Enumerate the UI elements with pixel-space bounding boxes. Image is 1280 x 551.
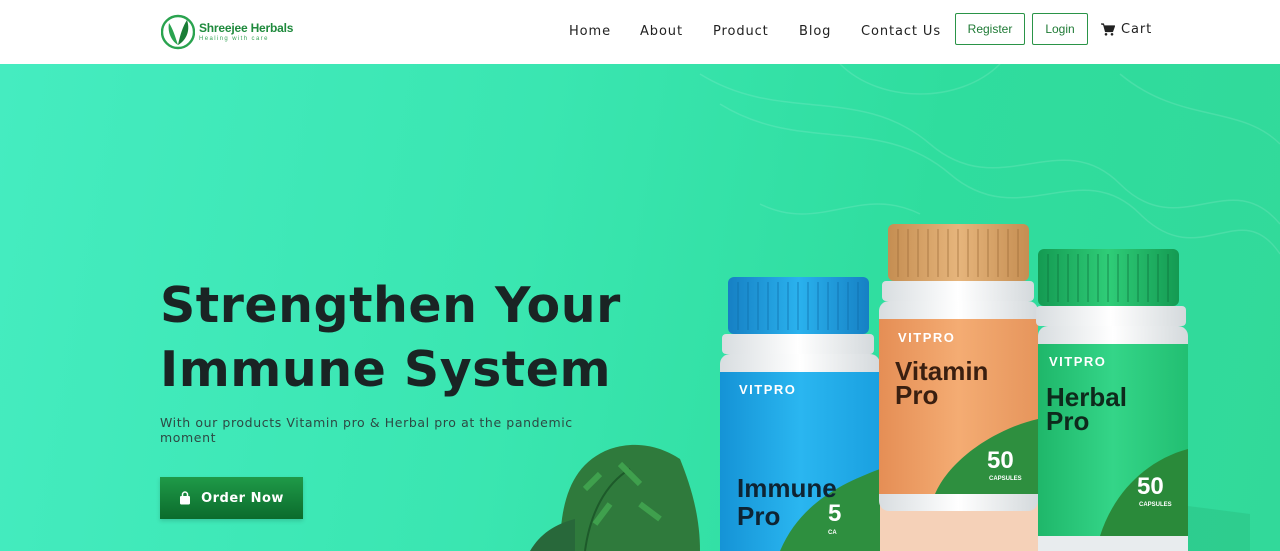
- brand-name: Shreejee Herbals: [199, 21, 294, 35]
- immune-brand-label: VITPRO: [739, 382, 796, 397]
- svg-text:CA: CA: [828, 530, 837, 536]
- nav-product[interactable]: Product: [713, 24, 769, 39]
- monstera-leaf-image: [530, 444, 700, 551]
- immune-count: 5: [828, 500, 841, 527]
- hero-banner: VITPRO Immune Pro 5 CA VITPRO Vitamin Pr…: [0, 64, 1280, 551]
- site-header: Shreejee Herbals Healing with care Home …: [0, 0, 1280, 64]
- nav-about[interactable]: About: [640, 24, 683, 39]
- svg-text:VITPRO: VITPRO: [739, 382, 796, 397]
- nav-contact-us[interactable]: Contact Us: [861, 24, 941, 39]
- order-now-button[interactable]: Order Now: [160, 477, 303, 519]
- immune-unit: CA: [828, 530, 837, 536]
- herbal-count: 50: [1137, 473, 1164, 500]
- brand-logo[interactable]: Shreejee Herbals Healing with care: [161, 13, 301, 51]
- leaf-logo-icon: [161, 14, 195, 50]
- svg-text:Pro: Pro: [737, 501, 780, 531]
- svg-text:Immune: Immune: [737, 473, 837, 503]
- svg-text:Pro: Pro: [1046, 406, 1089, 436]
- hero-title-line1: Strengthen Your: [160, 277, 621, 334]
- svg-text:Pro: Pro: [895, 380, 938, 410]
- cart-label: Cart: [1121, 22, 1153, 37]
- herbal-unit: CAPSULES: [1139, 502, 1172, 508]
- svg-text:50: 50: [1137, 473, 1164, 500]
- svg-text:CAPSULES: CAPSULES: [1139, 502, 1172, 508]
- hero-title-line2: Immune System: [160, 341, 612, 398]
- svg-text:CAPSULES: CAPSULES: [989, 476, 1022, 482]
- svg-text:5: 5: [828, 500, 841, 527]
- svg-text:VITPRO: VITPRO: [1049, 354, 1106, 369]
- cart-link[interactable]: Cart: [1101, 22, 1152, 37]
- immune-name-line2: Pro: [737, 501, 780, 531]
- register-button[interactable]: Register: [955, 13, 1025, 45]
- herbal-name-line2: Pro: [1046, 406, 1089, 436]
- svg-text:VITPRO: VITPRO: [898, 330, 955, 345]
- order-now-label: Order Now: [201, 490, 284, 506]
- vitamin-name-line2: Pro: [895, 380, 938, 410]
- brand-tagline: Healing with care: [199, 36, 269, 42]
- shopping-cart-icon: [1101, 23, 1115, 36]
- nav-home[interactable]: Home: [569, 24, 611, 39]
- nav-blog[interactable]: Blog: [799, 24, 831, 39]
- vitamin-count: 50: [987, 447, 1014, 474]
- shopping-bag-icon: [180, 491, 191, 505]
- hero-title: Strengthen Your Immune System: [160, 274, 680, 402]
- vitamin-unit: CAPSULES: [989, 476, 1022, 482]
- herbal-brand-label: VITPRO: [1049, 354, 1106, 369]
- hero-subtitle: With our products Vitamin pro & Herbal p…: [160, 415, 573, 445]
- vitamin-brand-label: VITPRO: [898, 330, 955, 345]
- immune-name-line1: Immune: [737, 473, 837, 503]
- svg-text:50: 50: [987, 447, 1014, 474]
- login-button[interactable]: Login: [1032, 13, 1088, 45]
